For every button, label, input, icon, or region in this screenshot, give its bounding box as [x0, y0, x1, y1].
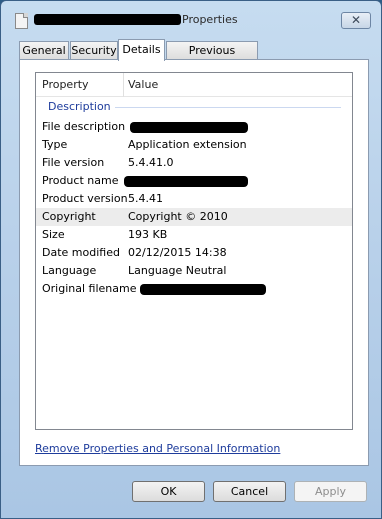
cancel-button[interactable]: Cancel [213, 481, 286, 502]
property-name: Copyright [42, 210, 96, 223]
property-value: 5.4.41.0 [128, 156, 174, 169]
file-icon [15, 13, 28, 29]
redacted-value [130, 122, 248, 133]
column-header-property[interactable]: Property [42, 78, 89, 91]
apply-button[interactable]: Apply [294, 481, 367, 502]
title-bar[interactable]: Properties ✕ [1, 1, 381, 35]
list-item[interactable]: Type Application extension [36, 136, 352, 154]
list-item[interactable]: File version 5.4.41.0 [36, 154, 352, 172]
property-list[interactable]: Property Value Description File descript… [35, 72, 353, 430]
property-name: Type [42, 138, 68, 151]
property-name: Product name [42, 174, 119, 187]
window-title: Properties [182, 13, 238, 26]
list-header: Property Value [36, 73, 352, 97]
close-button[interactable]: ✕ [341, 12, 371, 29]
list-item[interactable]: Copyright Copyright © 2010 [36, 208, 352, 226]
property-value: 193 KB [128, 228, 168, 241]
property-name: File description [42, 120, 126, 133]
tab-previous-versions[interactable]: Previous Versions [166, 41, 258, 74]
list-item[interactable]: Product version 5.4.41 [36, 190, 352, 208]
column-header-value[interactable]: Value [128, 78, 158, 91]
list-item[interactable]: Product name [36, 172, 352, 190]
list-item[interactable]: Size 193 KB [36, 226, 352, 244]
property-value: Application extension [128, 138, 247, 151]
list-item[interactable]: Language Language Neutral [36, 262, 352, 280]
property-name: Original filename [42, 282, 137, 295]
property-value: Copyright © 2010 [128, 210, 228, 223]
tab-details[interactable]: Details [118, 39, 165, 61]
property-value: Language Neutral [128, 264, 227, 277]
tab-security[interactable]: Security [70, 41, 118, 60]
group-divider [115, 107, 341, 108]
list-item[interactable]: Original filename [36, 280, 352, 298]
redacted-value [140, 284, 266, 295]
property-value: 5.4.41 [128, 192, 163, 205]
redacted-value [124, 176, 248, 187]
property-name: Size [42, 228, 65, 241]
remove-properties-link[interactable]: Remove Properties and Personal Informati… [35, 442, 280, 455]
list-item[interactable]: File description [36, 118, 352, 136]
column-separator[interactable] [123, 73, 124, 97]
tab-general[interactable]: General [19, 41, 69, 60]
details-panel: Property Value Description File descript… [19, 59, 369, 466]
property-name: File version [42, 156, 105, 169]
ok-button[interactable]: OK [132, 481, 205, 502]
property-name: Language [42, 264, 97, 277]
property-name: Product version [42, 192, 128, 205]
property-value: 02/12/2015 14:38 [128, 246, 227, 259]
group-header-description: Description [48, 100, 111, 113]
redacted-filename [34, 14, 181, 25]
list-item[interactable]: Date modified 02/12/2015 14:38 [36, 244, 352, 262]
properties-dialog: Properties ✕ General Security Details Pr… [0, 0, 382, 519]
property-name: Date modified [42, 246, 120, 259]
